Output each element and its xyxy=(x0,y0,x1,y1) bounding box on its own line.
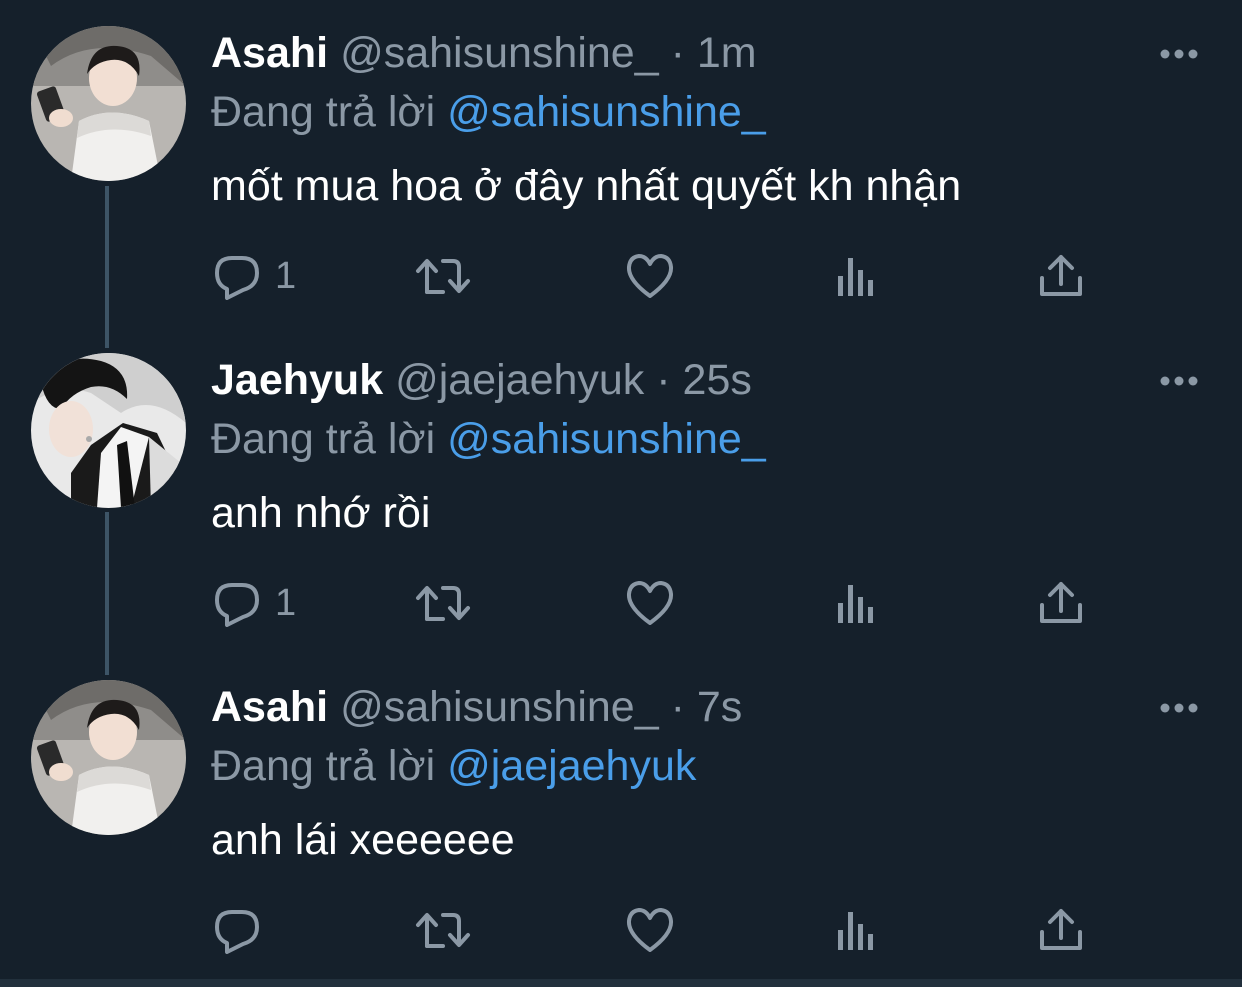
replying-to: Đang trả lời @sahisunshine_ xyxy=(211,89,766,135)
like-button[interactable] xyxy=(625,575,675,631)
views-button[interactable] xyxy=(834,575,878,631)
retweet-button[interactable] xyxy=(415,902,471,958)
views-icon xyxy=(838,585,873,623)
bottom-divider xyxy=(0,979,1242,987)
views-button[interactable] xyxy=(834,902,878,958)
retweet-icon xyxy=(416,259,470,294)
share-icon xyxy=(1040,582,1082,623)
more-icon xyxy=(1160,49,1198,59)
like-button[interactable] xyxy=(625,248,675,304)
mention-link[interactable]: @sahisunshine_ xyxy=(447,415,766,463)
more-button[interactable] xyxy=(1158,44,1202,64)
mention-link[interactable]: @sahisunshine_ xyxy=(447,88,766,136)
replying-label: Đang trả lời xyxy=(211,88,436,136)
tweet[interactable]: Jaehyuk @jaejaehyuk · 25s Đang trả lời @… xyxy=(0,327,1242,654)
reply-icon xyxy=(215,256,259,300)
retweet-icon xyxy=(416,913,470,948)
tweet-text: anh nhớ rồi xyxy=(211,489,431,537)
reply-count: 1 xyxy=(275,581,297,624)
more-button[interactable] xyxy=(1158,698,1202,718)
share-button[interactable] xyxy=(1038,248,1084,304)
more-icon xyxy=(1160,376,1198,386)
timestamp[interactable]: · 25s xyxy=(656,356,752,404)
tweet[interactable]: Asahi @sahisunshine_ · 7s Đang trả lời @… xyxy=(0,654,1242,981)
display-name[interactable]: Asahi xyxy=(211,29,328,77)
tweet-header: Asahi @sahisunshine_ · 7s xyxy=(211,684,742,730)
tweet-text: anh lái xeeeeee xyxy=(211,816,515,864)
tweet[interactable]: Asahi @sahisunshine_ · 1m Đang trả lời @… xyxy=(0,0,1242,327)
reply-count: 1 xyxy=(275,254,297,297)
replying-to: Đang trả lời @sahisunshine_ xyxy=(211,416,766,462)
timestamp[interactable]: · 7s xyxy=(671,683,743,731)
tweet-actions: 1 xyxy=(0,575,1242,635)
reply-icon xyxy=(215,910,259,954)
reply-button[interactable] xyxy=(213,902,275,958)
reply-button[interactable]: 1 xyxy=(213,248,296,304)
replying-to: Đang trả lời @jaejaehyuk xyxy=(211,743,696,789)
like-button[interactable] xyxy=(625,902,675,958)
replying-label: Đang trả lời xyxy=(211,415,436,463)
asahi-avatar xyxy=(31,680,186,835)
mention-link[interactable]: @jaejaehyuk xyxy=(447,742,696,790)
tweet-actions: 1 xyxy=(0,248,1242,308)
reply-button[interactable]: 1 xyxy=(213,575,296,631)
tweet-text: mốt mua hoa ở đây nhất quyết kh nhận xyxy=(211,162,962,210)
avatar[interactable] xyxy=(31,680,186,835)
share-icon xyxy=(1040,255,1082,296)
views-button[interactable] xyxy=(834,248,878,304)
views-icon xyxy=(838,258,873,296)
tweet-header: Jaehyuk @jaejaehyuk · 25s xyxy=(211,357,752,403)
share-button[interactable] xyxy=(1038,902,1084,958)
views-icon xyxy=(838,912,873,950)
share-button[interactable] xyxy=(1038,575,1084,631)
reply-icon xyxy=(215,583,259,627)
display-name[interactable]: Jaehyuk xyxy=(211,356,383,404)
user-handle[interactable]: @sahisunshine_ xyxy=(340,29,659,77)
like-icon xyxy=(626,908,674,952)
retweet-icon xyxy=(416,586,470,621)
user-handle[interactable]: @jaejaehyuk xyxy=(395,356,644,404)
timestamp[interactable]: · 1m xyxy=(671,29,757,77)
share-icon xyxy=(1040,909,1082,950)
tweet-actions xyxy=(0,902,1242,962)
avatar[interactable] xyxy=(31,353,186,508)
jaehyuk-avatar xyxy=(31,353,186,508)
user-handle[interactable]: @sahisunshine_ xyxy=(340,683,659,731)
more-button[interactable] xyxy=(1158,371,1202,391)
tweet-header: Asahi @sahisunshine_ · 1m xyxy=(211,30,757,76)
more-icon xyxy=(1160,703,1198,713)
display-name[interactable]: Asahi xyxy=(211,683,328,731)
like-icon xyxy=(626,254,674,298)
asahi-avatar xyxy=(31,26,186,181)
avatar[interactable] xyxy=(31,26,186,181)
like-icon xyxy=(626,581,674,625)
replying-label: Đang trả lời xyxy=(211,742,436,790)
retweet-button[interactable] xyxy=(415,248,471,304)
retweet-button[interactable] xyxy=(415,575,471,631)
